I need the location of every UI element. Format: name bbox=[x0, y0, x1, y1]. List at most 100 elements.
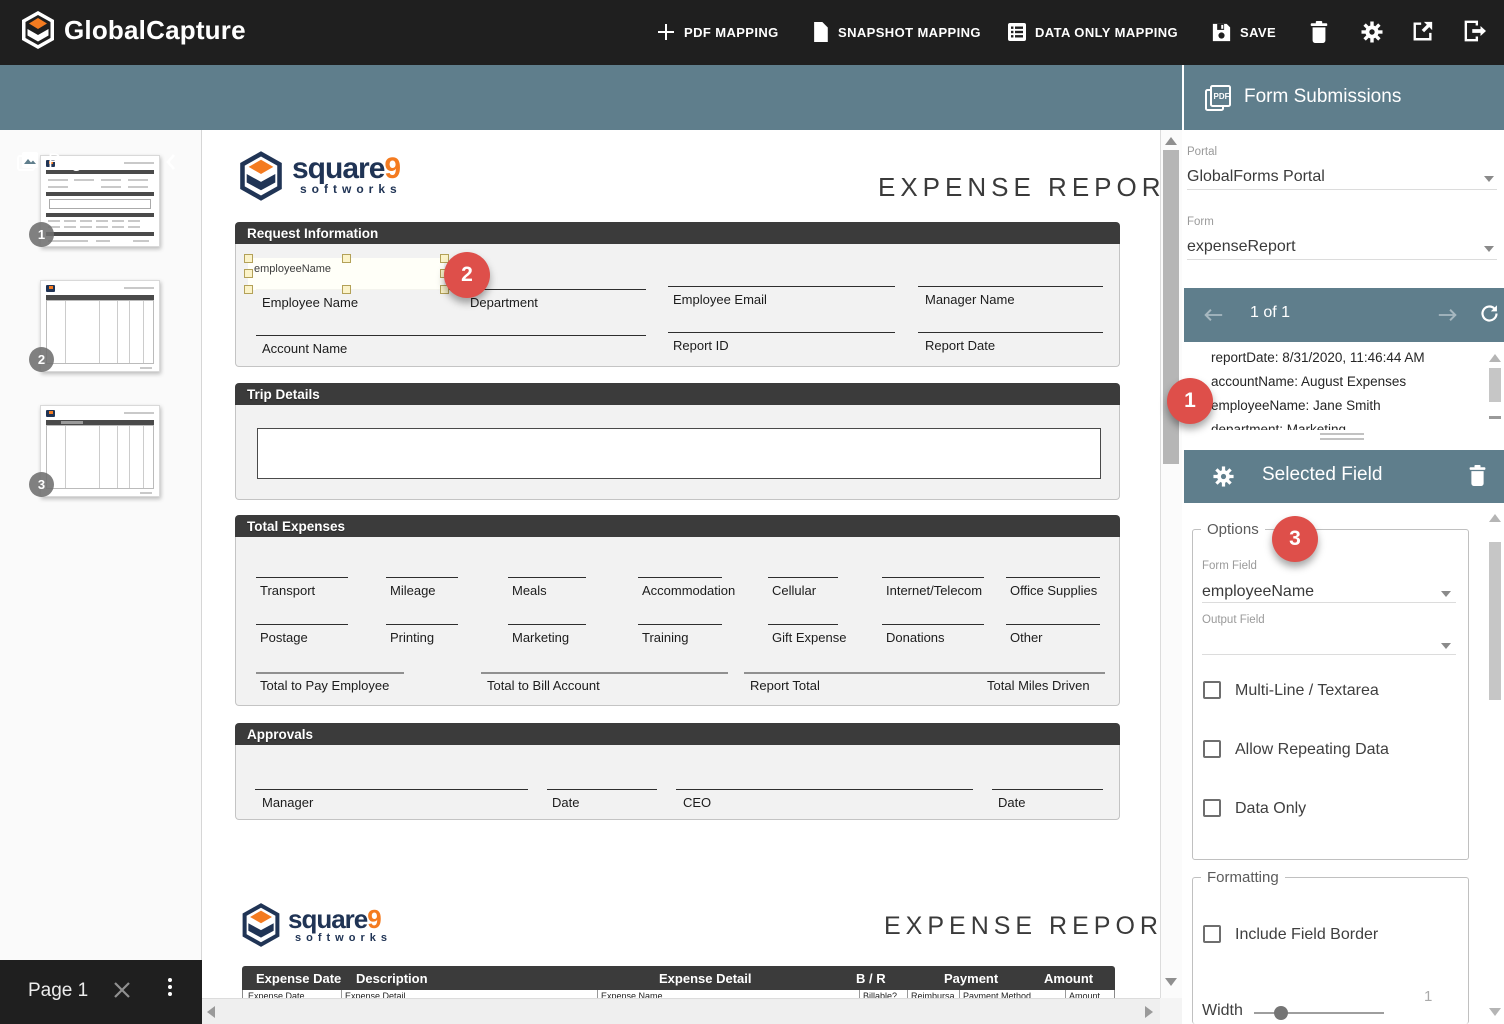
resize-handle-sw[interactable] bbox=[244, 285, 253, 294]
resize-handle-s[interactable] bbox=[342, 285, 351, 294]
submission-line: department: Marketing bbox=[1211, 418, 1488, 430]
delete-field-button[interactable] bbox=[1467, 464, 1488, 492]
data-only-mapping-button[interactable]: DATA ONLY MAPPING bbox=[1008, 18, 1178, 46]
form-field-label: Form Field bbox=[1202, 560, 1257, 572]
page-thumbnail-3[interactable] bbox=[40, 405, 160, 497]
panel-scroll-down-arrow[interactable] bbox=[1489, 1008, 1501, 1016]
field-border-checkbox[interactable] bbox=[1203, 925, 1221, 943]
form-field-dropdown-arrow-icon[interactable] bbox=[1441, 591, 1451, 597]
submission-pager: 1 of 1 bbox=[1184, 288, 1504, 342]
portal-dropdown-arrow-icon[interactable] bbox=[1484, 176, 1494, 182]
form-select-underline bbox=[1187, 243, 1497, 260]
resize-handle-w[interactable] bbox=[244, 269, 253, 278]
trip-details-textbox bbox=[257, 428, 1101, 479]
page-footer-bar: Page 1 bbox=[0, 960, 202, 1024]
callout-badge-2: 2 bbox=[444, 252, 490, 298]
arrow-right-icon bbox=[1437, 305, 1459, 325]
repeating-data-checkbox[interactable] bbox=[1203, 740, 1221, 758]
save-button[interactable]: SAVE bbox=[1212, 18, 1276, 46]
panel-scroll-up-arrow[interactable] bbox=[1489, 514, 1501, 522]
expense-total-label: Total Miles Driven bbox=[987, 678, 1090, 693]
scroll-down-arrow[interactable] bbox=[1165, 978, 1177, 986]
trash-icon bbox=[1308, 20, 1330, 44]
pages-icon bbox=[16, 150, 40, 179]
settings-button[interactable] bbox=[1360, 20, 1384, 44]
th-payment: Payment bbox=[944, 971, 998, 986]
panel-divider bbox=[1182, 65, 1184, 130]
width-value: 1 bbox=[1424, 988, 1432, 1005]
svg-text:PDF: PDF bbox=[1214, 92, 1230, 101]
multiline-checkbox[interactable] bbox=[1203, 681, 1221, 699]
scroll-up-arrow[interactable] bbox=[1165, 137, 1177, 145]
th-expense-date: Expense Date bbox=[256, 971, 341, 986]
pages-sidebar: 1 2 3 bbox=[0, 130, 202, 960]
data-scroll-thumb[interactable] bbox=[1489, 368, 1501, 402]
th-b-r: B / R bbox=[856, 971, 886, 986]
square9-wordmark-page2: square9 softworks bbox=[288, 904, 392, 944]
refresh-submissions-button[interactable] bbox=[1479, 303, 1500, 329]
arrow-left-icon bbox=[1202, 305, 1224, 325]
next-submission-button[interactable] bbox=[1437, 305, 1459, 330]
pdf-mapping-button[interactable]: PDF MAPPING bbox=[657, 18, 779, 46]
panel-scroll-thumb[interactable] bbox=[1489, 542, 1501, 700]
gear-icon bbox=[1360, 20, 1384, 44]
app-logo: GlobalCapture bbox=[20, 10, 246, 50]
trash-icon bbox=[1467, 464, 1488, 487]
scroll-right-arrow[interactable] bbox=[1145, 1006, 1153, 1018]
field-employee-name: Employee Name bbox=[262, 295, 358, 310]
scrollbar-corner bbox=[1160, 998, 1182, 1024]
output-field-select[interactable] bbox=[1202, 640, 1456, 655]
delete-button[interactable] bbox=[1308, 20, 1332, 44]
data-only-checkbox-label: Data Only bbox=[1235, 800, 1306, 818]
expense-label: Donations bbox=[886, 630, 945, 645]
close-icon bbox=[112, 980, 132, 1000]
data-scroll-up-arrow[interactable] bbox=[1489, 354, 1501, 362]
refresh-icon bbox=[1479, 303, 1500, 324]
request-info-header: Request Information bbox=[235, 222, 1120, 244]
logout-icon bbox=[1464, 20, 1486, 42]
panel-resize-handle[interactable] bbox=[1320, 433, 1364, 440]
th-description: Description bbox=[356, 971, 428, 986]
expense-label: Printing bbox=[390, 630, 434, 645]
snapshot-mapping-button[interactable]: SNAPSHOT MAPPING bbox=[812, 18, 981, 46]
list-icon bbox=[1008, 23, 1026, 41]
previous-submission-button[interactable] bbox=[1202, 305, 1224, 330]
document-toolbar bbox=[202, 65, 1182, 130]
callout-badge-3: 3 bbox=[1272, 516, 1318, 562]
approval-label: Date bbox=[552, 795, 579, 810]
close-page-button[interactable] bbox=[112, 980, 132, 1000]
field-report-id: Report ID bbox=[673, 338, 729, 353]
field-settings-gear-icon bbox=[1212, 465, 1235, 493]
scroll-left-arrow[interactable] bbox=[207, 1006, 215, 1018]
page-thumbnail-2[interactable] bbox=[40, 280, 160, 372]
collapse-pages-button[interactable] bbox=[165, 153, 177, 176]
open-in-new-icon bbox=[1412, 20, 1434, 42]
field-report-date: Report Date bbox=[925, 338, 995, 353]
output-field-dropdown-arrow-icon[interactable] bbox=[1441, 643, 1451, 649]
open-in-new-button[interactable] bbox=[1412, 20, 1436, 44]
expense-label: Meals bbox=[512, 583, 547, 598]
multiline-checkbox-label: Multi-Line / Textarea bbox=[1235, 682, 1379, 700]
width-label: Width bbox=[1202, 1002, 1243, 1020]
resize-handle-nw[interactable] bbox=[244, 254, 253, 263]
expense-label: Training bbox=[642, 630, 688, 645]
data-only-checkbox[interactable] bbox=[1203, 799, 1221, 817]
submission-line: accountName: August Expenses bbox=[1211, 370, 1488, 394]
field-manager-name: Manager Name bbox=[925, 292, 1015, 307]
page-menu-button[interactable] bbox=[168, 976, 172, 997]
selected-field-name: employeeName bbox=[254, 263, 331, 275]
document-horizontal-scrollbar[interactable] bbox=[202, 998, 1160, 1024]
page2-title: EXPENSE REPORT bbox=[884, 912, 1183, 941]
width-slider-thumb[interactable] bbox=[1274, 1006, 1288, 1020]
square9-logo bbox=[237, 150, 285, 207]
kebab-menu-icon bbox=[168, 978, 172, 982]
data-scroll-down-mark[interactable] bbox=[1489, 416, 1501, 419]
exit-button[interactable] bbox=[1464, 20, 1488, 44]
page-number-badge-3: 3 bbox=[29, 472, 54, 497]
repeating-data-checkbox-label: Allow Repeating Data bbox=[1235, 741, 1389, 759]
resize-handle-n[interactable] bbox=[342, 254, 351, 263]
approval-label: Date bbox=[998, 795, 1025, 810]
page1-title: EXPENSE REPORT bbox=[878, 172, 1186, 203]
current-page-label: Page 1 bbox=[28, 980, 88, 1002]
form-dropdown-arrow-icon[interactable] bbox=[1484, 246, 1494, 252]
